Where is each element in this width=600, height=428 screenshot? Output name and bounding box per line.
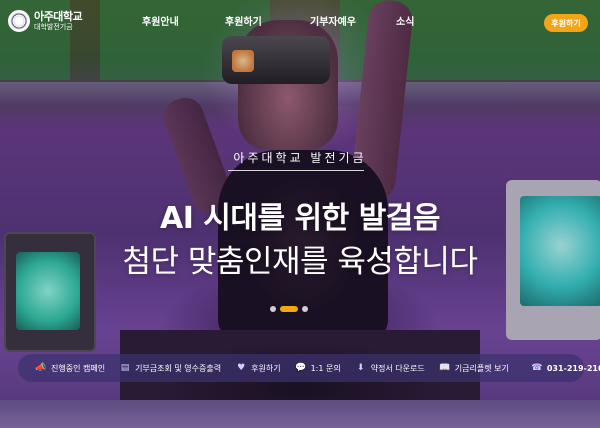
- nav-item-donate[interactable]: 후원하기: [225, 13, 262, 28]
- carousel-dot[interactable]: [280, 306, 298, 312]
- quick-link-label: 후원하기: [251, 363, 281, 373]
- quick-link-label: 약정서 다운로드: [370, 363, 425, 373]
- carousel-indicator: [270, 306, 308, 312]
- quick-link-item[interactable]: ♥ 후원하기: [228, 363, 287, 374]
- site-header: 아주대학교 대학발전기금 후원안내 후원하기 기부자예우 소식 후원하기: [0, 0, 600, 44]
- phone-contact[interactable]: ☎031-219-2107~9: [524, 363, 600, 373]
- carousel-dot[interactable]: [270, 306, 276, 312]
- hero-tagline: 아주대학교 발전기금: [233, 151, 367, 165]
- quick-link-item[interactable]: 📖 기금리플렛 보기: [432, 363, 516, 374]
- phone-icon: ☎: [531, 363, 543, 373]
- tagline-underline: [228, 170, 364, 171]
- main-nav: 후원안내 후원하기 기부자예우 소식: [0, 13, 600, 31]
- heart-hand-icon: ♥: [237, 363, 246, 373]
- hero-headline: AI 시대를 위한 발걸음: [159, 201, 441, 236]
- quick-link-label: 기금리플렛 보기: [454, 363, 509, 373]
- quick-link-label: 기부금조회 및 영수증출력: [135, 363, 222, 373]
- download-icon: ⬇: [356, 363, 365, 373]
- hero-subheadline: 첨단 맞춤인재를 육성합니다: [122, 244, 478, 280]
- nav-item-news[interactable]: 소식: [396, 13, 414, 28]
- quick-links-bar: 📣 진행중인 캠페인 ▤ 기부금조회 및 영수증출력 ♥ 후원하기 💬 1:1 문의 ⬇ 약정서 …: [18, 354, 600, 382]
- carousel-dot[interactable]: [302, 306, 308, 312]
- quick-link-label: 진행중인 캠페인: [51, 363, 106, 373]
- nav-item-donor-honors[interactable]: 기부자예우: [310, 13, 356, 28]
- nav-item-donation-guide[interactable]: 후원안내: [142, 13, 179, 28]
- quick-link-item[interactable]: 💬 1:1 문의: [288, 363, 348, 374]
- donate-button[interactable]: 후원하기: [544, 14, 588, 32]
- document-icon: ▤: [120, 363, 130, 373]
- megaphone-icon: 📣: [35, 363, 47, 373]
- quick-link-label: 1:1 문의: [310, 363, 341, 373]
- quick-link-item[interactable]: ▤ 기부금조회 및 영수증출력: [112, 363, 228, 374]
- quick-link-item[interactable]: 📣 진행중인 캠페인: [28, 363, 112, 374]
- quick-link-item[interactable]: ⬇ 약정서 다운로드: [348, 363, 432, 374]
- chat-icon: 💬: [294, 363, 307, 373]
- book-icon: 📖: [439, 363, 451, 373]
- phone-number: 031-219-2107~9: [546, 363, 600, 373]
